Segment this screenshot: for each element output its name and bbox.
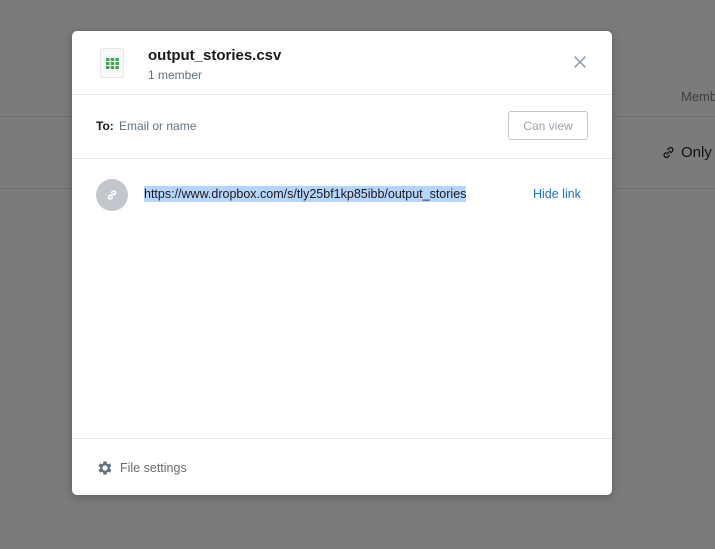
permission-dropdown-button[interactable]: Can view — [508, 111, 588, 140]
email-or-name-input[interactable] — [116, 112, 456, 140]
link-avatar — [96, 179, 128, 211]
link-icon — [107, 190, 117, 200]
file-name: output_stories.csv — [148, 47, 282, 64]
shared-link-url[interactable]: https://www.dropbox.com/s/tly25bf1kp85ib… — [144, 186, 467, 202]
close-icon — [574, 56, 586, 68]
modal-footer: File settings — [72, 438, 612, 495]
file-settings-button[interactable]: File settings — [96, 459, 187, 477]
hide-link-button[interactable]: Hide link — [533, 187, 581, 201]
gear-icon — [98, 461, 112, 475]
modal-header: output_stories.csv 1 member — [72, 31, 612, 95]
to-label: To: — [96, 119, 114, 133]
close-button[interactable] — [572, 54, 588, 70]
sharing-status-label: Only — [681, 144, 712, 161]
members-column-header: Memb — [681, 89, 715, 104]
spreadsheet-file-icon — [100, 48, 124, 78]
invite-row: To: Can view — [72, 95, 612, 159]
sharing-status: Only — [661, 144, 712, 161]
member-count: 1 member — [148, 68, 203, 82]
link-icon — [663, 146, 674, 159]
file-settings-label: File settings — [120, 461, 187, 475]
share-modal: output_stories.csv 1 member To: Can view… — [72, 31, 612, 495]
